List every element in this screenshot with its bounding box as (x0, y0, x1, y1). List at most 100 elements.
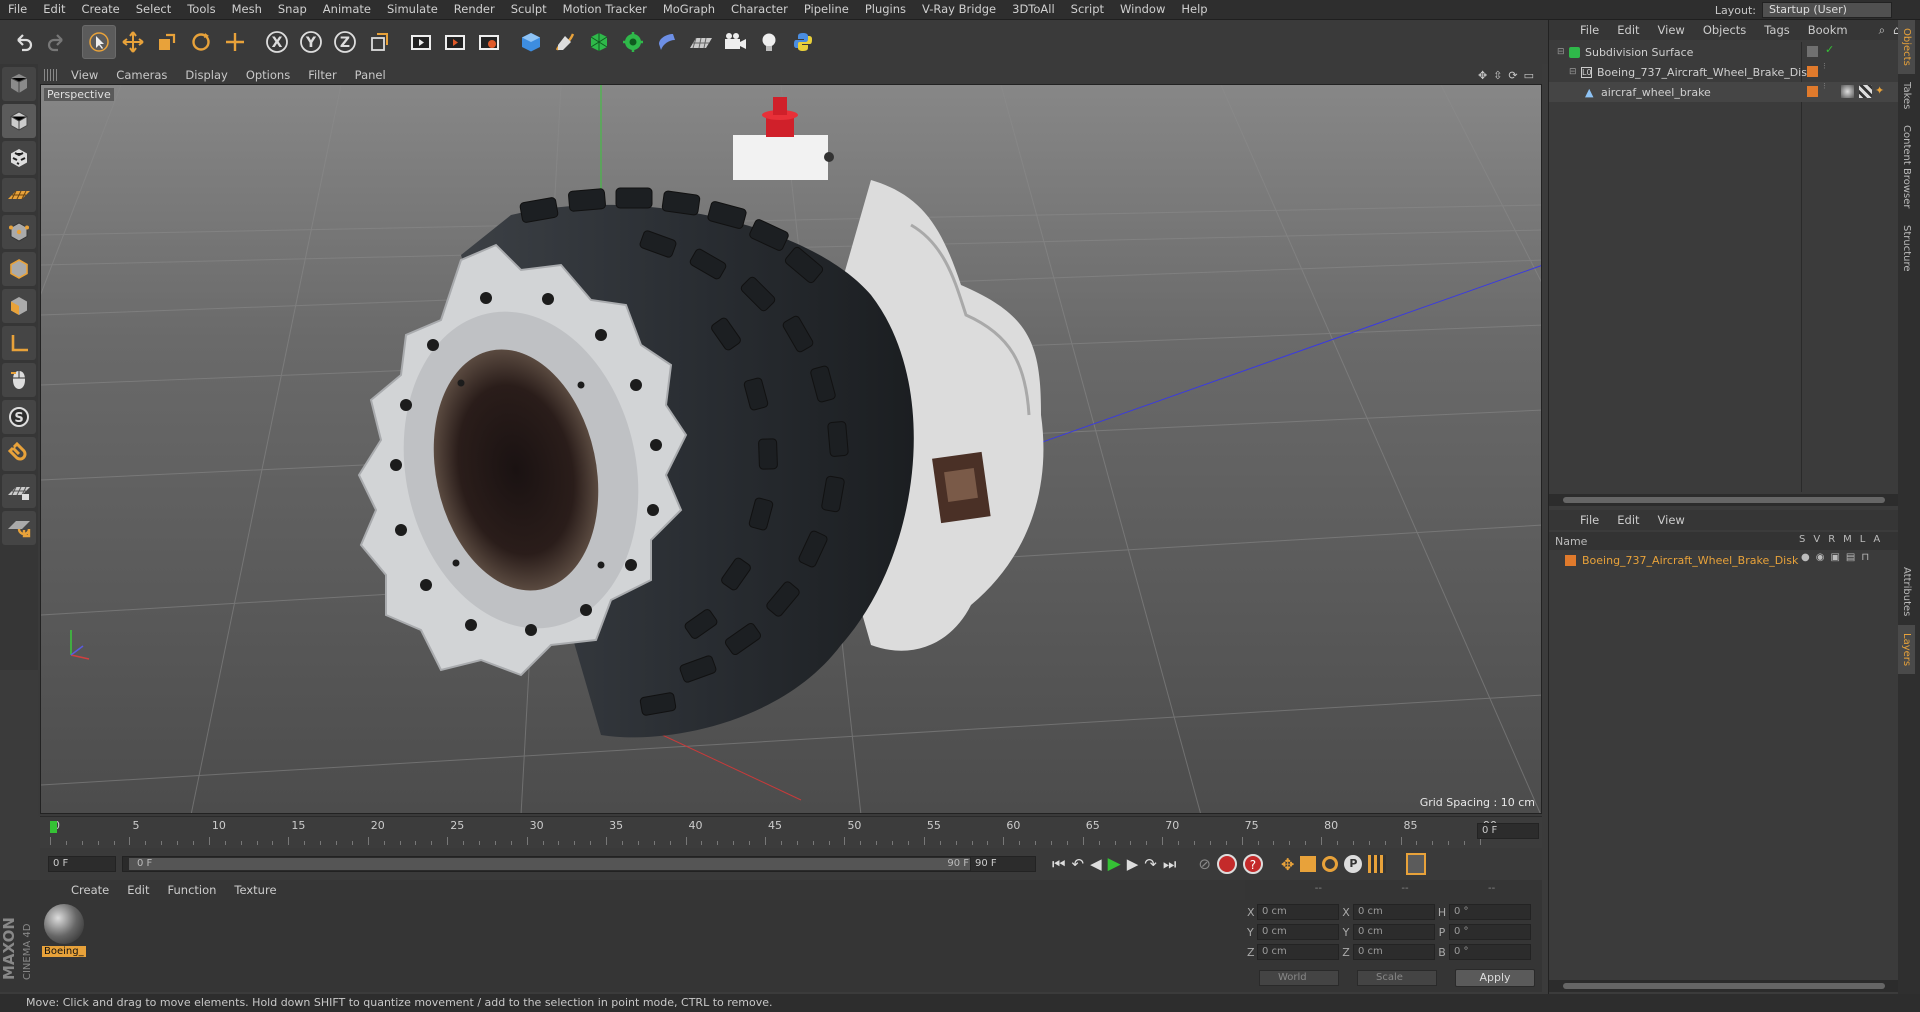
scale-tool-icon[interactable] (150, 25, 184, 59)
coord-field[interactable]: 0 cm (1257, 904, 1339, 920)
y-axis-lock-icon[interactable]: Y (294, 25, 328, 59)
play-icon[interactable]: ▶ (1108, 854, 1121, 874)
layer-col-render[interactable]: R (1828, 534, 1835, 545)
menu-edit[interactable]: Edit (35, 0, 73, 19)
go-to-start-icon[interactable]: ⏮ (1052, 855, 1066, 873)
texture-mode-icon[interactable] (2, 141, 36, 175)
viewport-maximize-icon[interactable]: ▭ (1524, 69, 1534, 82)
object-name[interactable]: Boeing_737_Aircraft_Wheel_Brake_Disk (1597, 66, 1813, 79)
menu-tools[interactable]: Tools (179, 0, 223, 19)
key-rotation-icon[interactable] (1322, 856, 1339, 872)
om-search-icon[interactable]: ⌕ (1875, 23, 1889, 38)
snapping-icon[interactable]: S (2, 400, 36, 434)
menu-pipeline[interactable]: Pipeline (796, 0, 857, 19)
go-to-end-icon[interactable]: ⏭ (1163, 855, 1177, 873)
previous-frame-icon[interactable]: ◀ (1090, 855, 1102, 873)
layer-name[interactable]: Boeing_737_Aircraft_Wheel_Brake_Disk (1582, 554, 1798, 567)
magnet-icon[interactable] (2, 437, 36, 471)
grid-snap-icon[interactable] (2, 511, 36, 545)
coordinate-system-icon[interactable] (362, 25, 396, 59)
next-frame-icon[interactable]: ▶ (1127, 855, 1139, 873)
render-settings-icon[interactable] (472, 25, 506, 59)
material-tag-icon[interactable]: ✦ (1875, 84, 1884, 97)
timeline-ruler[interactable]: 051015202530354045505560657075808590 0 F (40, 816, 1542, 848)
viewport-nav-zoom-icon[interactable]: ⇳ (1493, 69, 1502, 82)
edges-mode-icon[interactable] (2, 252, 36, 286)
lm-menu-view[interactable]: View (1649, 513, 1694, 527)
subdivision-generator-icon[interactable] (582, 25, 616, 59)
key-scale-icon[interactable] (1300, 856, 1317, 872)
undo-icon[interactable] (6, 25, 40, 59)
previous-key-icon[interactable]: ↶ (1072, 855, 1085, 873)
live-selection-icon[interactable] (218, 25, 252, 59)
layer-row[interactable]: Boeing_737_Aircraft_Wheel_Brake_Disk ●◉▣… (1549, 550, 1898, 570)
tree-collapse-icon[interactable]: ⊟ (1557, 47, 1569, 57)
menu-plugins[interactable]: Plugins (857, 0, 914, 19)
layer-flag-icons[interactable]: ●◉▣▤⊓ (1801, 552, 1875, 563)
cloner-icon[interactable] (616, 25, 650, 59)
make-editable-icon[interactable] (2, 67, 36, 101)
coord-field[interactable]: 0 cm (1353, 904, 1435, 920)
menu-vray-bridge[interactable]: V-Ray Bridge (914, 0, 1004, 19)
viewport-menu-view[interactable]: View (62, 68, 107, 82)
coord-field[interactable]: 0 ° (1449, 924, 1531, 940)
rotate-tool-icon[interactable] (184, 25, 218, 59)
start-frame-field[interactable]: 0 F (48, 856, 116, 872)
lm-menu-edit[interactable]: Edit (1608, 513, 1648, 527)
object-row-subdivision[interactable]: ⊟ Subdivision Surface ✓ (1549, 42, 1899, 62)
lm-horizontal-scrollbar[interactable] (1549, 980, 1899, 992)
move-tool-icon[interactable] (116, 25, 150, 59)
coord-field[interactable]: 0 cm (1257, 924, 1339, 940)
camera-icon[interactable] (718, 25, 752, 59)
coord-mode-select[interactable]: Scale (1357, 970, 1437, 986)
coord-field[interactable]: 0 cm (1353, 944, 1435, 960)
menu-create[interactable]: Create (74, 0, 128, 19)
light-icon[interactable] (752, 25, 786, 59)
menu-simulate[interactable]: Simulate (379, 0, 446, 19)
end-frame-field[interactable]: 90 F (970, 856, 1036, 872)
workplane-lock-icon[interactable] (2, 474, 36, 508)
tree-collapse-icon[interactable]: ⊟ (1569, 67, 1581, 77)
layer-col-animation[interactable]: A (1873, 534, 1880, 545)
object-row-boeing[interactable]: ⊟ L0 Boeing_737_Aircraft_Wheel_Brake_Dis… (1549, 62, 1899, 82)
om-menu-view[interactable]: View (1649, 23, 1694, 37)
layer-col-view[interactable]: V (1813, 534, 1820, 545)
material-menu-edit[interactable]: Edit (118, 883, 158, 897)
material-menu-function[interactable]: Function (159, 883, 226, 897)
lm-menu-file[interactable]: File (1571, 513, 1608, 527)
menu-animate[interactable]: Animate (315, 0, 379, 19)
tab-attributes[interactable]: Attributes (1898, 559, 1915, 624)
menu-character[interactable]: Character (723, 0, 796, 19)
model-mode-icon[interactable] (2, 104, 36, 138)
polygons-mode-icon[interactable] (2, 289, 36, 323)
pen-spline-icon[interactable] (548, 25, 582, 59)
tab-structure[interactable]: Structure (1898, 217, 1915, 280)
record-keys-off-icon[interactable]: ⊘ (1198, 855, 1211, 873)
layer-col-locked[interactable]: L (1860, 534, 1866, 545)
menu-sculpt[interactable]: Sculpt (503, 0, 555, 19)
viewport-nav-move-icon[interactable]: ✥ (1478, 69, 1487, 82)
menu-3dtoall[interactable]: 3DToAll (1004, 0, 1063, 19)
om-horizontal-scrollbar[interactable] (1549, 494, 1899, 506)
redo-icon[interactable] (40, 25, 74, 59)
select-pointer-icon[interactable] (82, 25, 116, 59)
om-menu-file[interactable]: File (1571, 23, 1608, 37)
menu-mesh[interactable]: Mesh (224, 0, 270, 19)
menu-render[interactable]: Render (446, 0, 503, 19)
viewport-menu-filter[interactable]: Filter (299, 68, 345, 82)
om-menu-objects[interactable]: Objects (1694, 23, 1755, 37)
menu-script[interactable]: Script (1063, 0, 1112, 19)
material-menu-texture[interactable]: Texture (225, 883, 285, 897)
viewport-menu-options[interactable]: Options (237, 68, 299, 82)
viewport-menu-panel[interactable]: Panel (346, 68, 395, 82)
tweak-mode-icon[interactable] (2, 363, 36, 397)
range-slider[interactable]: 0 F 90 F (122, 856, 992, 872)
om-menu-edit[interactable]: Edit (1608, 23, 1648, 37)
menu-help[interactable]: Help (1173, 0, 1215, 19)
x-axis-lock-icon[interactable]: X (260, 25, 294, 59)
coord-space-select[interactable]: World (1259, 970, 1339, 986)
coord-field[interactable]: 0 cm (1257, 944, 1339, 960)
axis-mode-icon[interactable] (2, 326, 36, 360)
om-menu-bookmarks[interactable]: Bookm (1799, 23, 1857, 37)
visibility-check-icon[interactable]: ✓ (1825, 43, 1834, 56)
